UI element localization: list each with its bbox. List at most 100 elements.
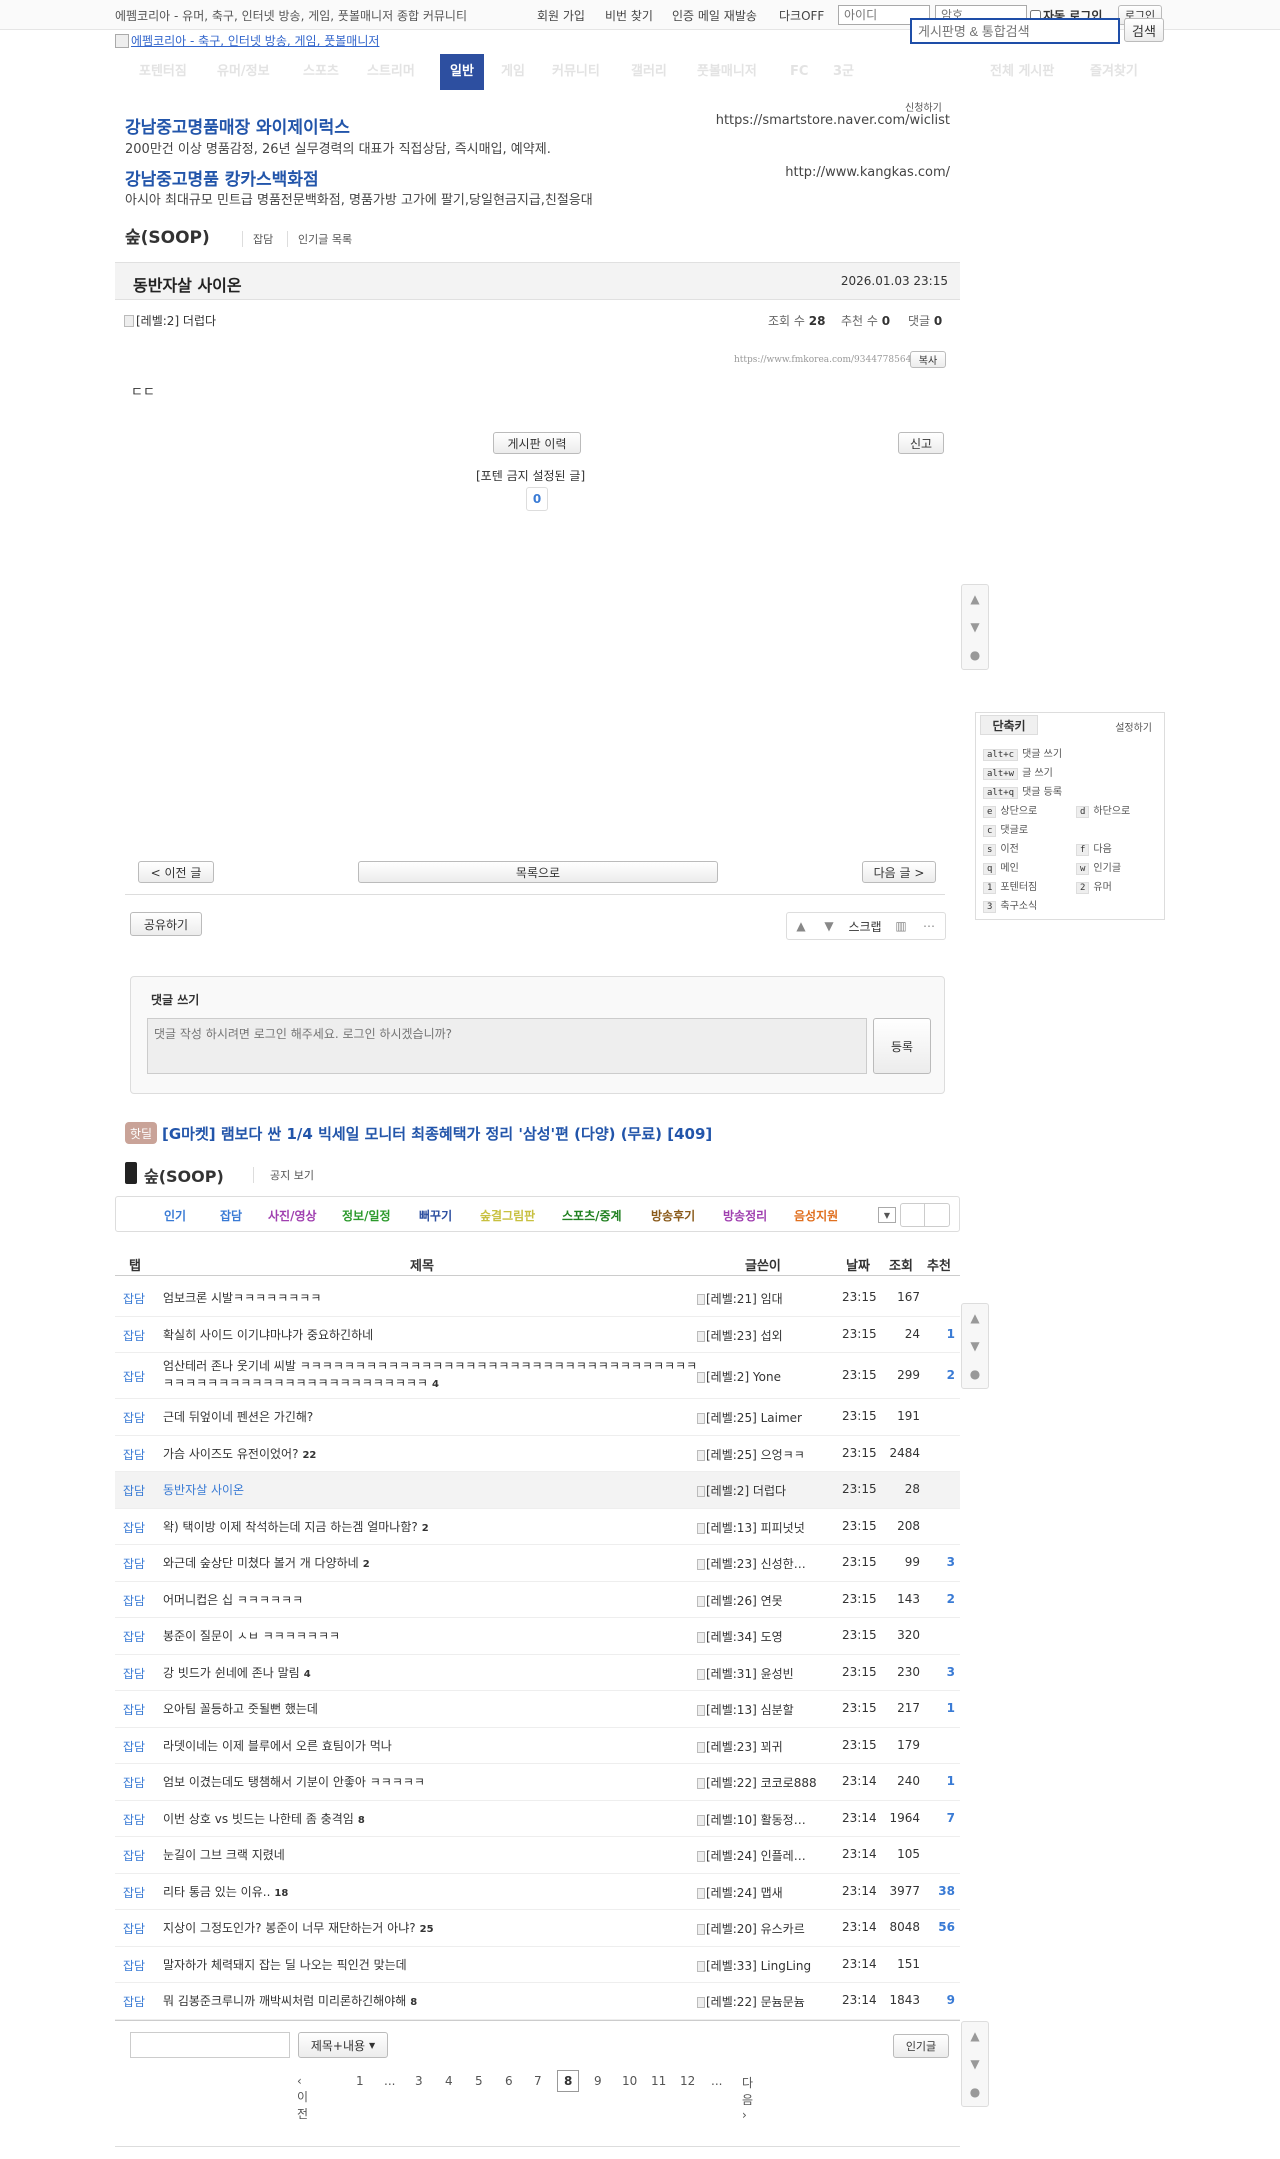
row-title[interactable]: 왁) 택이방 이제 착석하는데 지금 하는겜 얼마나함? 2 [163,1519,683,1537]
table-row[interactable]: 잡담 말자하가 체력돼지 잡는 딜 나오는 픽인건 맞는데 [레벨:33] Ling… [115,1947,960,1983]
category-tab[interactable]: 스포츠/중계 [562,1207,622,1224]
integrated-search-input[interactable] [910,18,1120,44]
nav-item-favorites[interactable]: 즐겨찾기 [1090,54,1138,90]
report-button[interactable]: 신고 [898,432,944,454]
pagination-current[interactable]: 8 [557,2070,580,2092]
category-tab[interactable]: 인기 [164,1207,186,1224]
list-search-input[interactable] [130,2032,290,2058]
nav-item-game[interactable]: 게임 [501,54,525,90]
post-url[interactable]: https://www.fmkorea.com/9344778564 [734,355,911,365]
row-author[interactable]: [레벨:20] 유스카르 [697,1920,827,1937]
subtab-chat[interactable]: 잡담 [242,231,273,247]
category-tab[interactable]: 방송정리 [723,1207,767,1224]
stats-icon[interactable]: ▥ [887,919,915,933]
comment-textarea[interactable] [147,1018,867,1074]
row-title[interactable]: 동반자살 사이온 [163,1482,683,1500]
row-title[interactable]: 어머니컵은 십 ㅋㅋㅋㅋㅋㅋ [163,1592,683,1610]
row-title[interactable]: 가슴 사이즈도 유전이었어? 22 [163,1446,683,1464]
pagination-page[interactable]: 6 [505,2074,513,2088]
row-tab[interactable]: 잡담 [123,1774,145,1791]
next-post-button[interactable]: 다음 글 > [862,861,936,883]
pagination-page[interactable]: 5 [475,2074,483,2088]
category-tab[interactable]: 방송후기 [651,1207,695,1224]
row-author[interactable]: [레벨:25] 으엉ㅋㅋ [697,1446,827,1463]
row-author[interactable]: [레벨:23] 꾀귀 [697,1738,827,1755]
row-author[interactable]: [레벨:13] 피피넛넛 [697,1519,827,1536]
row-tab[interactable]: 잡담 [123,1592,145,1609]
row-author[interactable]: [레벨:13] 심분할 [697,1701,827,1718]
row-tab[interactable]: 잡담 [123,1290,145,1307]
row-tab[interactable]: 잡담 [123,1920,145,1937]
row-title[interactable]: 강 빗드가 쉰네에 존나 말림 4 [163,1665,683,1683]
pagination-page[interactable]: 1 [356,2074,364,2088]
board-title[interactable]: 숲(SOOP) [125,223,210,248]
search-type-select[interactable]: 제목+내용 ▼ [298,2032,388,2058]
pagination-prev[interactable]: ‹ 이전 [297,2074,308,2122]
nav-item-all-boards[interactable]: 전체 게시판 [990,54,1054,90]
board-history-button[interactable]: 게시판 이력 [493,432,581,454]
row-title[interactable]: 눈길이 그브 크랙 지렸네 [163,1847,683,1865]
prev-post-button[interactable]: < 이전 글 [138,861,214,883]
nav-item-sports[interactable]: 스포츠 [303,54,339,90]
table-row[interactable]: 잡담 눈길이 그브 크랙 지렸네 [레벨:24] 인플레… 23:14 105 [115,1837,960,1874]
nav-item-general[interactable]: 일반 [440,54,484,90]
nav-item-fc[interactable]: FC [790,54,808,90]
row-author[interactable]: [레벨:10] 활동정… [697,1811,827,1828]
row-title[interactable]: 라뎃이네는 이제 블루에서 오른 효팀이가 먹나 [163,1738,683,1756]
nav-item-3gun[interactable]: 3군 [833,54,854,90]
table-row[interactable]: 잡담 확실히 사이드 이기냐마냐가 중요하긴하네 [레벨:23] 섭외 23:15 24… [115,1317,960,1353]
category-dropdown-icon[interactable]: ▼ [878,1207,896,1223]
ad-title[interactable]: 강남중고명품 캉카스백화점 [125,165,319,190]
row-title[interactable]: 이번 상호 vs 빗드는 나한테 좀 충격임 8 [163,1811,683,1829]
row-author[interactable]: [레벨:26] 연못 [697,1592,827,1609]
list-view-icon[interactable] [901,1204,926,1226]
row-tab[interactable]: 잡담 [123,1847,145,1864]
comment-bubble-icon[interactable]: ● [962,1360,988,1388]
recommend-up-icon[interactable]: ▲ [787,919,815,933]
row-title[interactable]: 와근데 숲상단 미쳤다 볼거 개 다양하네 2 [163,1555,683,1573]
row-author[interactable]: [레벨:31] 윤성빈 [697,1665,827,1682]
ad-apply-link[interactable]: 신청하기 [905,99,942,114]
resend-email-link[interactable]: 인증 메일 재발송 [672,7,757,24]
row-author[interactable]: [레벨:34] 도영 [697,1628,827,1645]
row-tab[interactable]: 잡담 [123,1884,145,1901]
table-row[interactable]: 잡담 근데 뒤엎이네 펜션은 가긴해? [레벨:25] Laimer 23:15 191 [115,1399,960,1436]
row-tab[interactable]: 잡담 [123,1628,145,1645]
scroll-up-icon[interactable]: ▲ [962,585,988,613]
table-row[interactable]: 잡담 엄보크론 시발ㅋㅋㅋㅋㅋㅋㅋㅋ [레벨:21] 임대 23:15 167 [115,1280,960,1317]
nav-item-gallery[interactable]: 갤러리 [631,54,667,90]
category-tab[interactable]: 사진/영상 [268,1207,317,1224]
scroll-up-icon[interactable]: ▲ [962,2022,988,2050]
find-password-link[interactable]: 비번 찾기 [605,7,653,24]
row-tab[interactable]: 잡담 [123,1482,145,1499]
row-title[interactable]: 오아팀 꼴등하고 줏될뻔 했는데 [163,1701,683,1719]
nav-item-poten[interactable]: 포텐터짐 [139,54,187,90]
pagination-page[interactable]: 10 [622,2074,637,2088]
row-title[interactable]: 뭐 김봉준크루니까 깨박씨처럼 미리론하긴해야해 8 [163,1993,683,2011]
row-tab[interactable]: 잡담 [123,1811,145,1828]
shortcut-settings-link[interactable]: 설정하기 [1115,719,1152,734]
category-tab[interactable]: 숲결그림판 [480,1207,535,1224]
table-row[interactable]: 잡담 지상이 그정도인가? 봉준이 너무 재단하는거 아냐? 25 [레벨:20] 유… [115,1910,960,1947]
share-button[interactable]: 공유하기 [130,912,202,936]
scroll-down-icon[interactable]: ▼ [962,2050,988,2078]
table-row[interactable]: 잡담 리타 통금 있는 이유.. 18 [레벨:24] 맵새 23:14 3977 38 [115,1874,960,1910]
row-author[interactable]: [레벨:22] 코코로888 [697,1774,827,1791]
nav-item-fm[interactable]: 풋볼매니저 [697,54,757,90]
pagination-page[interactable]: ... [384,2074,395,2088]
scroll-up-icon[interactable]: ▲ [962,1304,988,1332]
row-title[interactable]: 엄산테러 존나 웃기네 씨발 ㅋㅋㅋㅋㅋㅋㅋㅋㅋㅋㅋㅋㅋㅋㅋㅋㅋㅋㅋㅋㅋㅋㅋㅋㅋ… [163,1358,698,1393]
search-button[interactable]: 검색 [1124,18,1164,42]
row-tab[interactable]: 잡담 [123,1519,145,1536]
row-title[interactable]: 리타 통금 있는 이유.. 18 [163,1884,683,1902]
table-row[interactable]: 잡담 라뎃이네는 이제 블루에서 오른 효팀이가 먹나 [레벨:23] 꾀귀 23:1… [115,1728,960,1764]
table-row[interactable]: 잡담 뭐 김봉준크루니까 깨박씨처럼 미리론하긴해야해 8 [레벨:22] 문늄문늄 2… [115,1983,960,2020]
ad-url[interactable]: http://www.kangkas.com/ [785,165,950,180]
table-row[interactable]: 잡담 엄산테러 존나 웃기네 씨발 ㅋㅋㅋㅋㅋㅋㅋㅋㅋㅋㅋㅋㅋㅋㅋㅋㅋㅋㅋㅋㅋㅋㅋ… [115,1353,960,1399]
post-author[interactable]: [레벨:2] 더럽다 [124,312,216,329]
row-author[interactable]: [레벨:23] 신성한… [697,1555,827,1572]
vote-count[interactable]: 0 [526,487,548,511]
notice-toggle-link[interactable]: 공지 보기 [253,1167,314,1183]
row-tab[interactable]: 잡담 [123,1665,145,1682]
view-toggle[interactable] [900,1203,950,1227]
